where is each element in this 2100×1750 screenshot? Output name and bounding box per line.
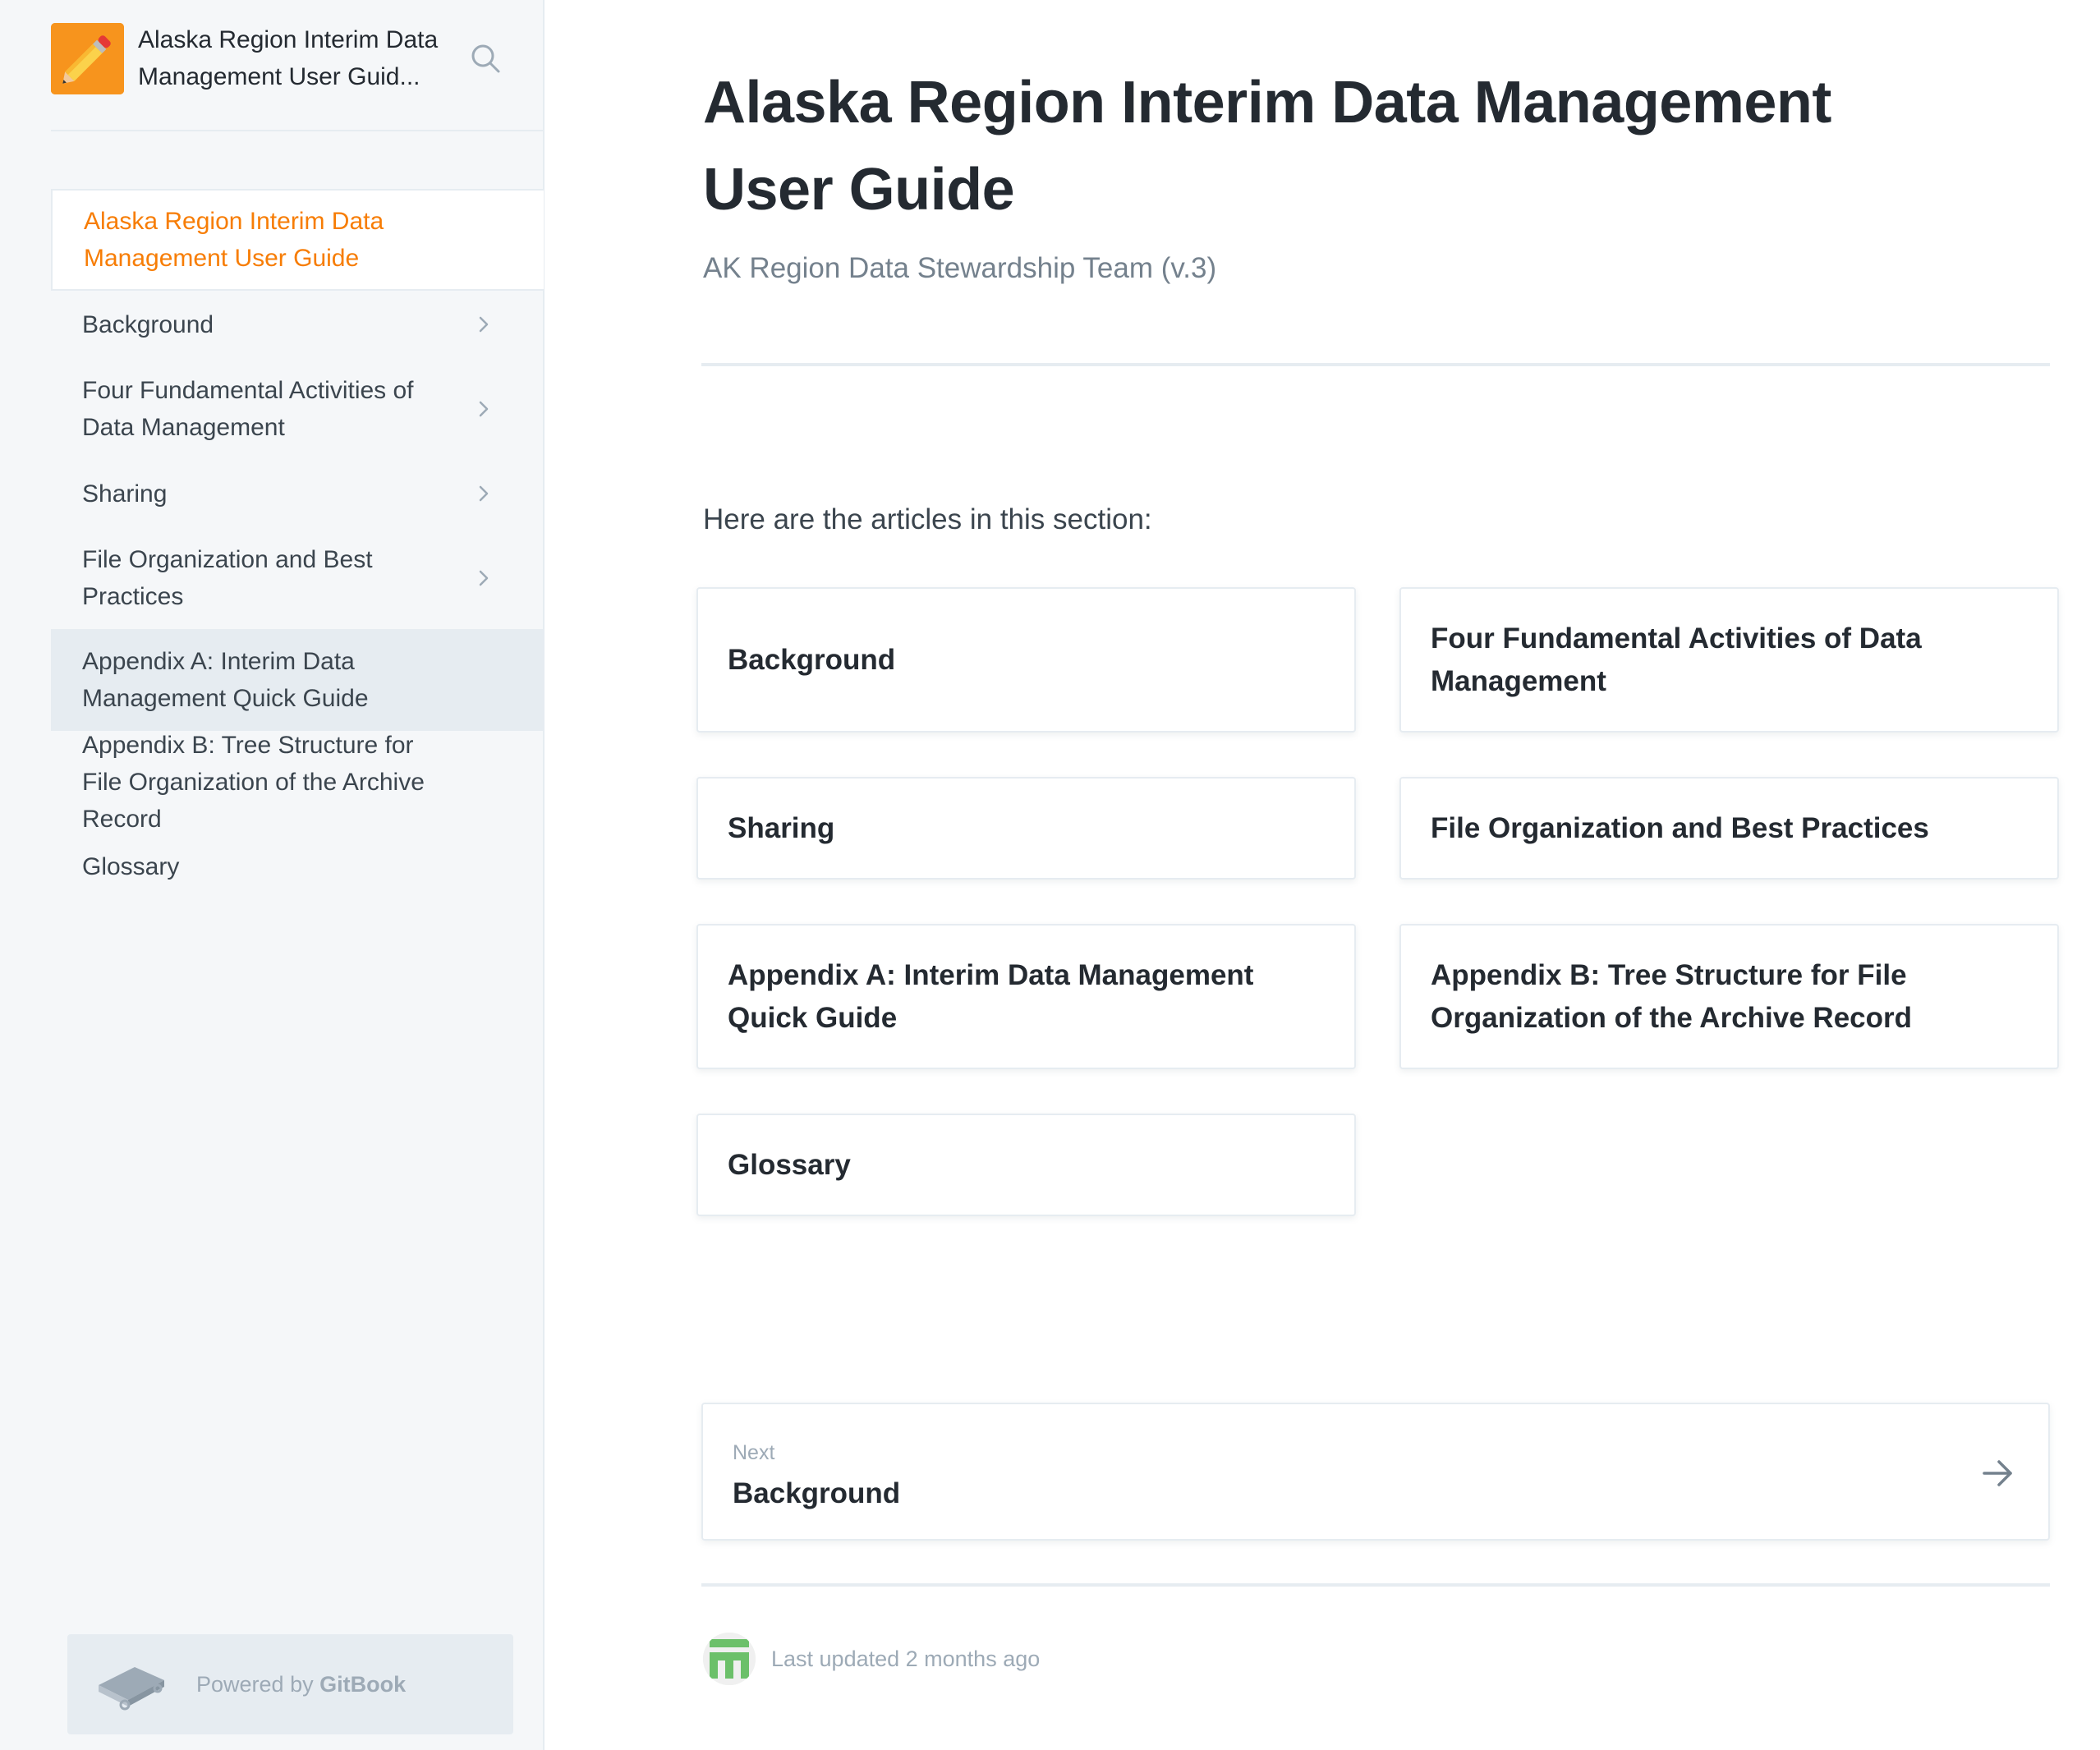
next-label: Next (733, 1441, 775, 1464)
sidebar-title-line1: Alaska Region Interim Data (138, 26, 439, 53)
article-card-sharing[interactable]: Sharing (696, 777, 1356, 880)
powered-by-gitbook[interactable]: Powered by GitBook (67, 1634, 513, 1734)
chevron-right-icon[interactable] (471, 566, 496, 590)
sidebar-item-label: Four Fundamental Activities of Data Mana… (82, 377, 414, 441)
sidebar-item-overview[interactable]: Alaska Region Interim Data Management Us… (51, 189, 544, 291)
footer-divider (701, 1583, 2050, 1587)
sidebar-item-label: Sharing (82, 480, 168, 508)
sidebar-item-label: Background (82, 310, 214, 338)
sidebar-item-four-fundamental-activities[interactable]: Four Fundamental Activities of Data Mana… (51, 358, 544, 460)
article-card-appendix-b[interactable]: Appendix B: Tree Structure for File Orga… (1399, 924, 2059, 1069)
avatar[interactable] (703, 1633, 756, 1685)
sidebar-header: Alaska Region Interim Data Management Us… (51, 21, 544, 131)
sidebar-item-glossary[interactable]: Glossary (51, 833, 544, 900)
sidebar-item-label: Alaska Region Interim Data Management Us… (84, 208, 384, 272)
sidebar-item-label: Appendix B: Tree Structure for File Orga… (82, 731, 425, 833)
sidebar-item-appendix-b[interactable]: Appendix B: Tree Structure for File Orga… (51, 731, 544, 833)
chevron-right-icon[interactable] (471, 481, 496, 506)
gitbook-icon (99, 1667, 164, 1711)
next-title: Background (733, 1477, 901, 1509)
article-card-glossary[interactable]: Glossary (696, 1114, 1356, 1216)
article-card-background[interactable]: Background (696, 587, 1356, 733)
chevron-right-icon[interactable] (471, 397, 496, 421)
sidebar-item-label: Appendix A: Interim Data Management Quic… (82, 648, 369, 712)
search-icon[interactable] (465, 38, 506, 79)
powered-brand: GitBook (319, 1672, 407, 1697)
sidebar-item-file-organization[interactable]: File Organization and Best Practices (51, 527, 544, 629)
sidebar-nav: Alaska Region Interim Data Management Us… (51, 189, 544, 900)
page-title: Alaska Region Interim Data Management Us… (703, 70, 1831, 223)
article-card-label: Background (728, 643, 896, 676)
page-subtitle: AK Region Data Stewardship Team (v.3) (703, 252, 1217, 284)
title-divider (701, 363, 2050, 366)
powered-by-text: Powered by GitBook (196, 1669, 406, 1700)
article-card-file-organization[interactable]: File Organization and Best Practices (1399, 777, 2059, 880)
article-card-label: Appendix A: Interim Data Management Quic… (728, 958, 1254, 1034)
main-content: Alaska Region Interim Data Management Us… (545, 0, 2100, 1750)
sidebar-title-line2: Management User Guid... (138, 63, 420, 90)
sidebar-item-label: Glossary (82, 852, 180, 880)
sidebar: Alaska Region Interim Data Management Us… (0, 0, 545, 1750)
article-card-label: Glossary (728, 1148, 851, 1181)
next-page-button[interactable]: Next Background (701, 1403, 2050, 1541)
sidebar-item-appendix-a[interactable]: Appendix A: Interim Data Management Quic… (51, 629, 544, 731)
article-card-label: Four Fundamental Activities of Data Mana… (1431, 622, 1922, 697)
powered-prefix: Powered by (196, 1672, 320, 1697)
pencil-icon[interactable] (51, 23, 124, 94)
article-card-appendix-a[interactable]: Appendix A: Interim Data Management Quic… (696, 924, 1356, 1069)
article-card-label: Sharing (728, 811, 835, 844)
section-intro: Here are the articles in this section: (703, 503, 1152, 535)
sidebar-item-label: File Organization and Best Practices (82, 546, 373, 610)
arrow-right-icon (1983, 1460, 2012, 1486)
chevron-right-icon[interactable] (471, 312, 496, 337)
sidebar-item-background[interactable]: Background (51, 291, 544, 358)
article-card-four-fundamental-activities[interactable]: Four Fundamental Activities of Data Mana… (1399, 587, 2059, 733)
article-card-label: File Organization and Best Practices (1431, 811, 1929, 844)
sidebar-title[interactable]: Alaska Region Interim Data Management Us… (138, 21, 466, 95)
sidebar-item-sharing[interactable]: Sharing (51, 460, 544, 527)
last-updated: Last updated 2 months ago (771, 1647, 1041, 1671)
article-card-label: Appendix B: Tree Structure for File Orga… (1431, 958, 1913, 1034)
